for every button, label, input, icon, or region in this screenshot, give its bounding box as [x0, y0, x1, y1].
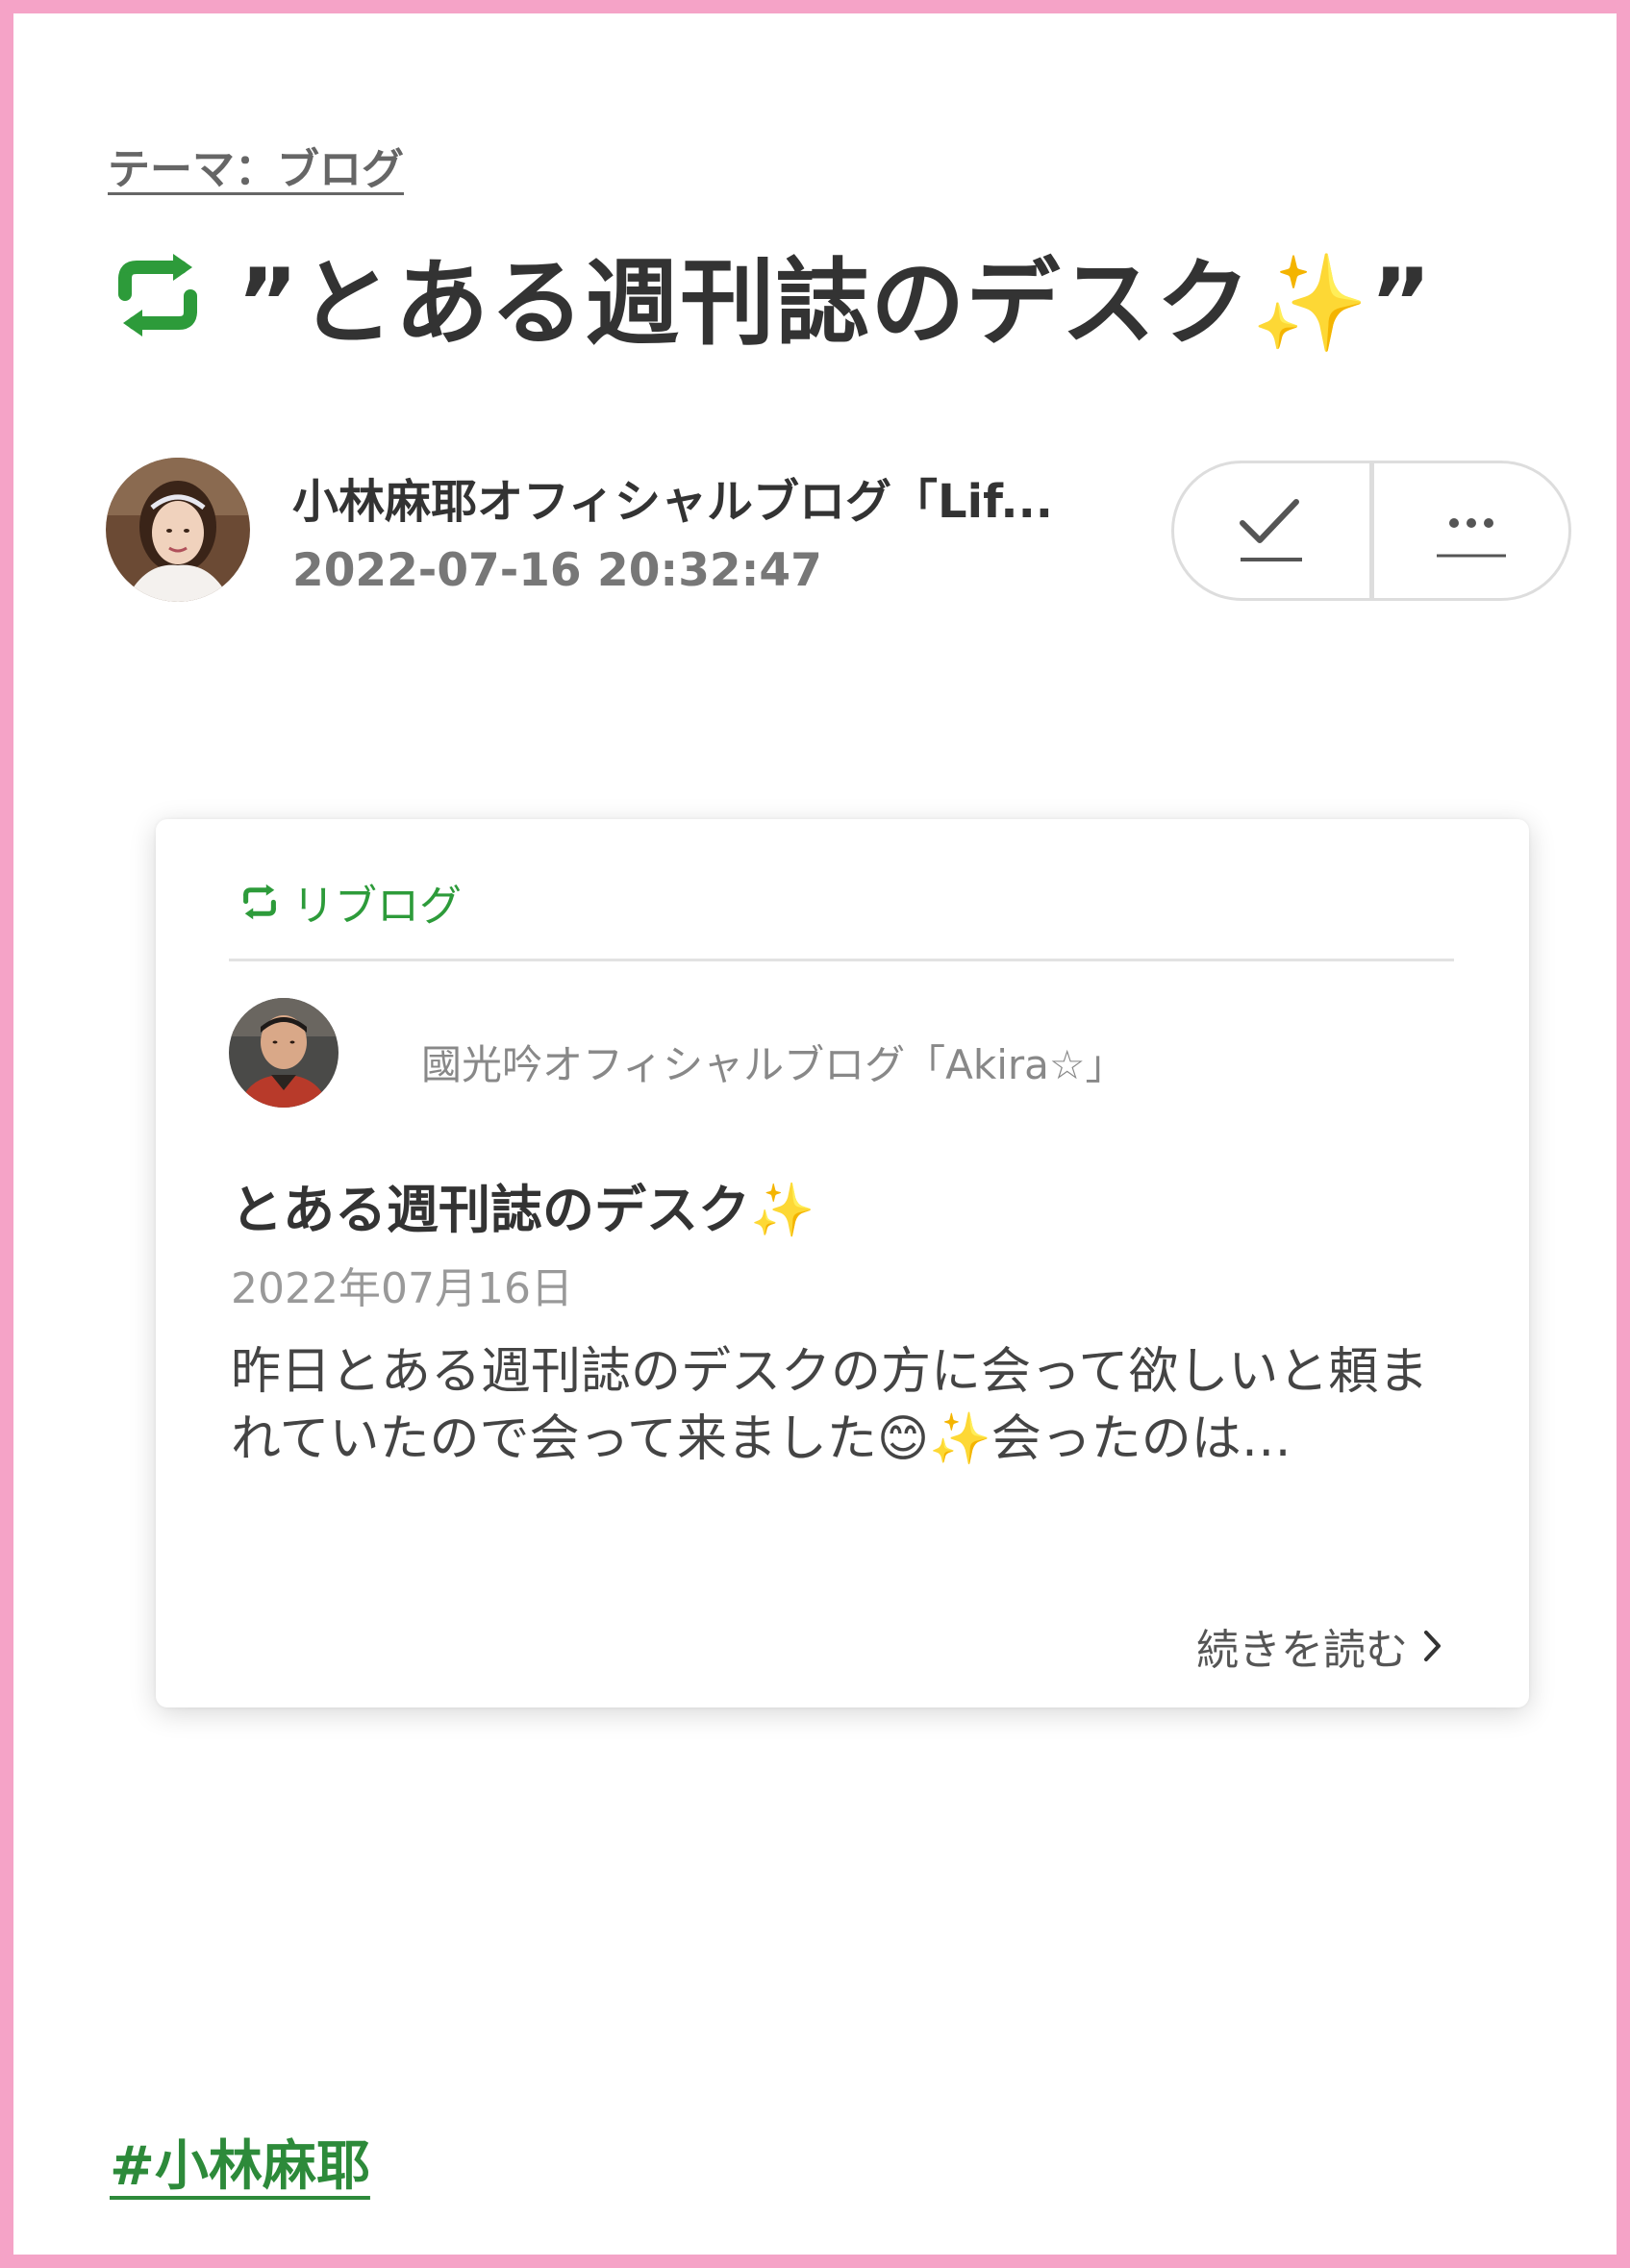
check-button[interactable]: [1174, 463, 1369, 598]
reblog-icon: [118, 254, 197, 336]
theme-link[interactable]: テーマ：ブログ: [108, 135, 404, 196]
original-blog-name: 國光吟オフィシャルブログ「Akira☆」: [421, 1041, 1126, 1088]
author-avatar[interactable]: [106, 458, 250, 602]
more-button[interactable]: [1368, 463, 1569, 598]
more-horizontal-icon: [1436, 518, 1506, 558]
original-entry-excerpt: 昨日とある週刊誌のデスクの方に会って欲しいと頼まれていたので会って来ました😊✨会…: [231, 1343, 1429, 1468]
entry-action-group: [1171, 461, 1571, 601]
entry-title: ”とある週刊誌のデスク✨”: [237, 249, 1433, 359]
chevron-right-icon: [1424, 1631, 1441, 1661]
author-name[interactable]: 小林麻耶オフィシャルブログ「Lif...: [292, 463, 1100, 531]
read-more-label: 続きを読む: [1196, 1626, 1408, 1675]
card-divider: [229, 959, 1454, 961]
checkmark-icon: [1240, 499, 1303, 561]
page-frame: テーマ：ブログ ”とある週刊誌のデスク✨” 小林麻耶オフィシャルブログ「Lif.…: [0, 0, 1630, 2268]
reblog-icon: [243, 884, 276, 920]
original-entry-title: とある週刊誌のデスク✨: [231, 1180, 815, 1240]
reblog-label: リブログ: [292, 882, 462, 931]
reblog-card[interactable]: リブログ 國光吟オフィシャルブログ「Akira☆」 とある週刊誌のデスク✨ 20…: [156, 819, 1529, 1707]
original-author-avatar: [229, 998, 339, 1108]
entry-title-row: ”とある週刊誌のデスク✨”: [108, 227, 1433, 363]
entry-date: 2022-07-16 20:32:47: [292, 544, 822, 597]
read-more-link[interactable]: 続きを読む: [1196, 1615, 1444, 1677]
hashtag-link[interactable]: #小林麻耶: [110, 2123, 370, 2201]
original-entry-date: 2022年07月16日: [231, 1264, 573, 1313]
reblog-label-row: リブログ: [238, 871, 462, 933]
